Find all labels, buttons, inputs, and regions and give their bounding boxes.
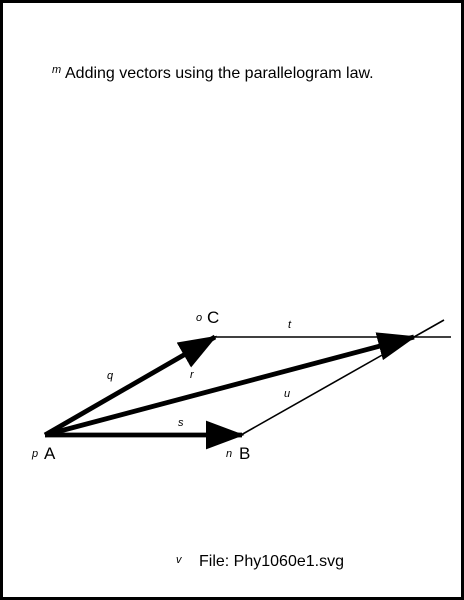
vector-ac [43,334,218,438]
vector-ac-tag: q [107,370,114,382]
vector-ad-tag: r [190,369,194,381]
point-b-label: B [239,444,251,463]
diagram-page: m Adding vectors using the parallelogram… [3,3,461,597]
point-b-tag: n [226,448,233,460]
parallelogram-diagram [43,319,451,450]
point-a-tag: p [32,448,39,460]
footer-filename: File: Phy1060e1.svg [199,553,344,570]
footer-tag: v [176,554,182,566]
point-c-tag: o [196,312,203,324]
line-cd-tag: t [288,319,292,331]
vector-ab-tag: s [178,417,184,429]
vector-resultant-ad [44,332,417,438]
point-c-label: C [207,308,220,327]
point-a-label: A [44,444,56,463]
line-bd-tag: u [284,388,291,400]
